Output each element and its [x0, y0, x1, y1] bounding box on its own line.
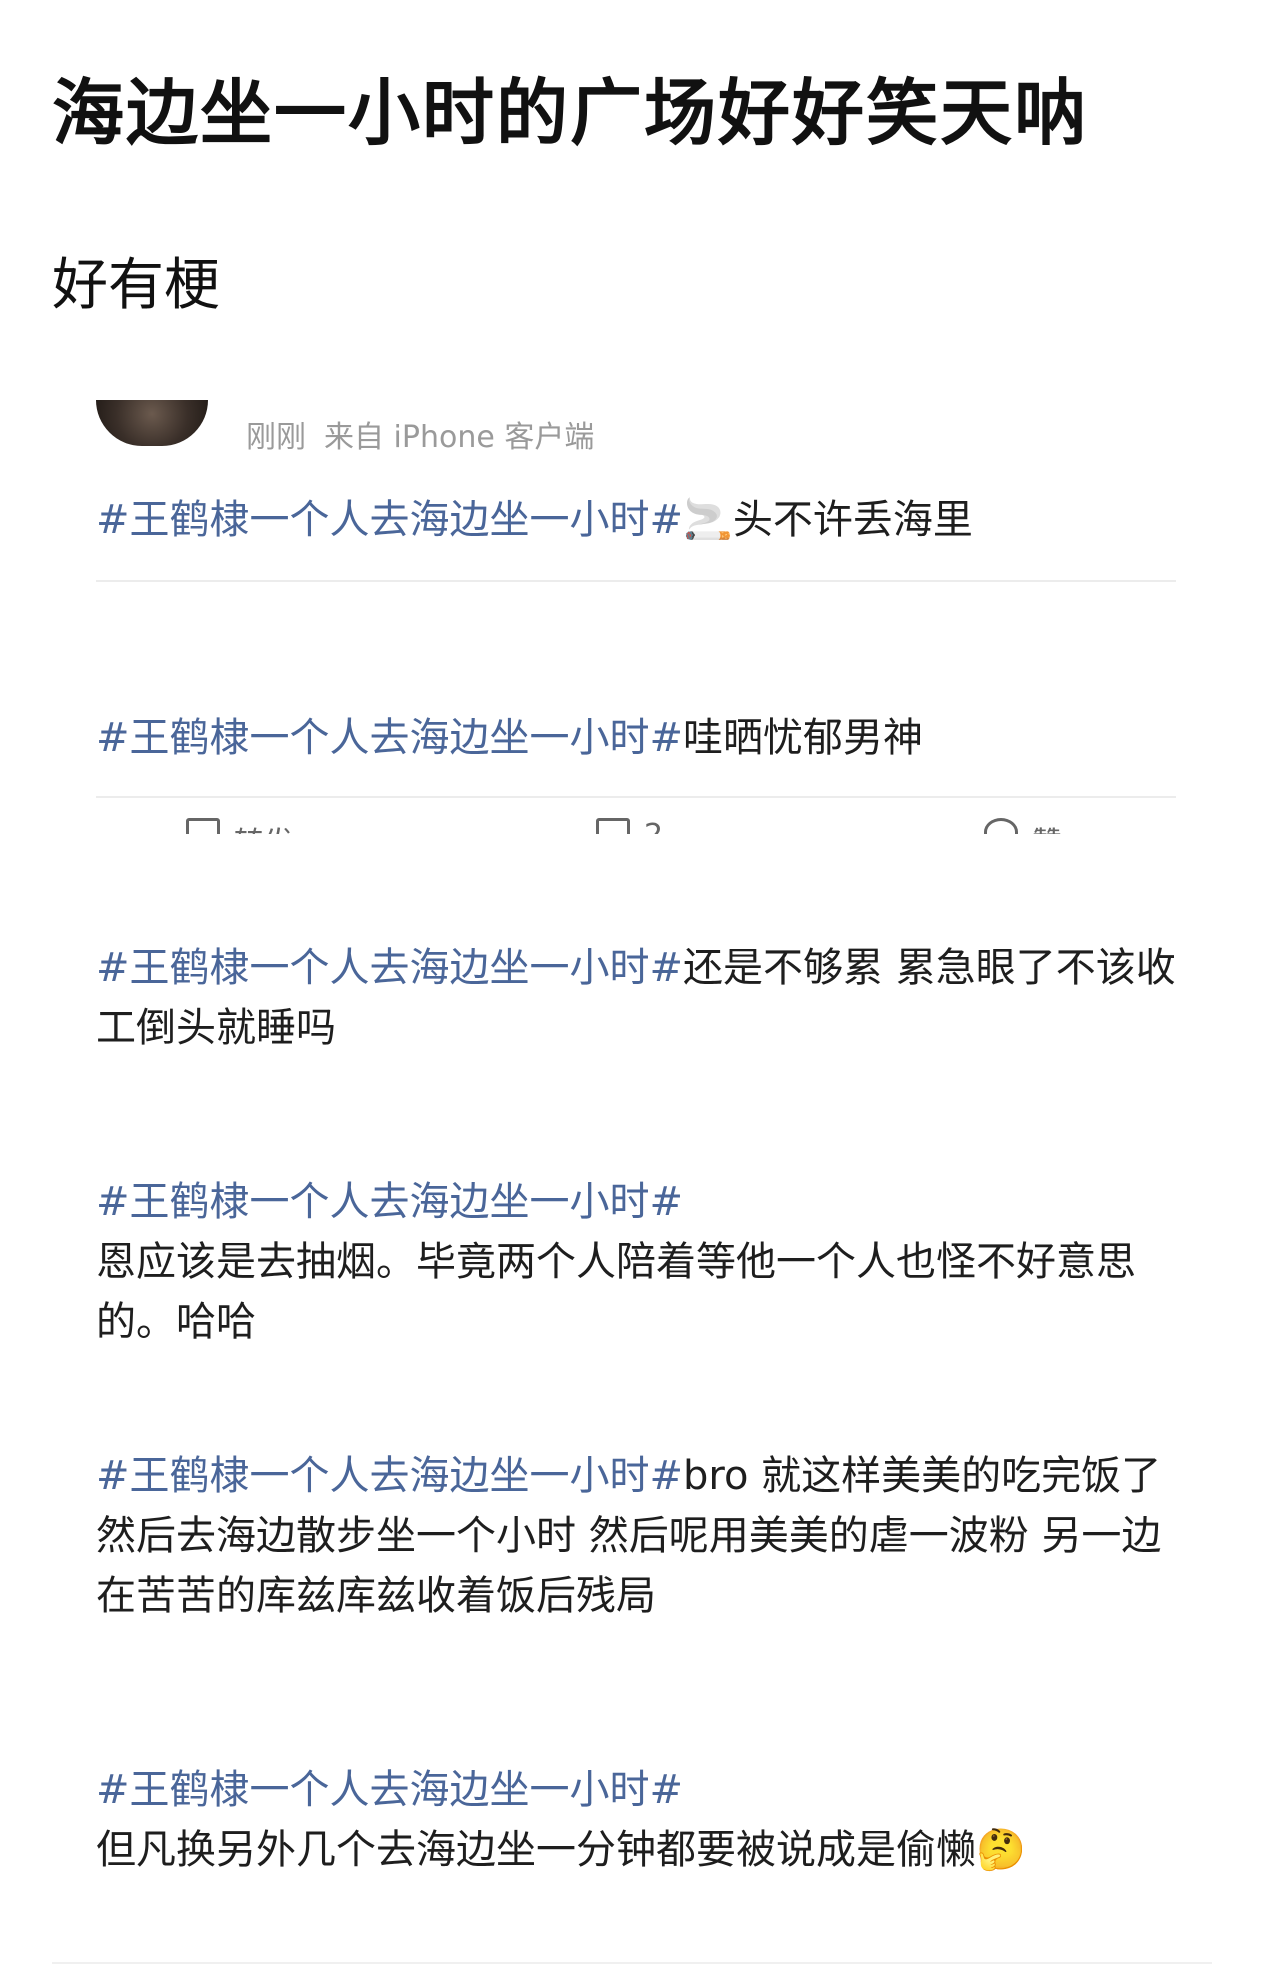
divider: [96, 580, 1176, 582]
hashtag-link[interactable]: #王鹤棣一个人去海边坐一小时#: [96, 945, 683, 991]
cigarette-icon: 🚬: [683, 497, 733, 543]
post-body: 但凡换另外几个去海边坐一分钟都要被说成是偷懒: [96, 1827, 976, 1873]
post-3: #王鹤棣一个人去海边坐一小时#还是不够累 累急眼了不该收工倒头就睡吗: [96, 938, 1176, 1058]
post-1: #王鹤棣一个人去海边坐一小时#🚬头不许丢海里: [96, 490, 1176, 550]
post-5: #王鹤棣一个人去海边坐一小时#bro 就这样美美的吃完饭了然后去海边散步坐一个小…: [96, 1446, 1176, 1626]
repost-label: 转发: [234, 826, 294, 834]
post-body: 恩应该是去抽烟。毕竟两个人陪着等他一个人也怪不好意思的。哈哈: [96, 1239, 1136, 1345]
thinking-face-icon: 🤔: [976, 1827, 1026, 1873]
repost-icon: [186, 818, 220, 834]
divider: [52, 1962, 1212, 1964]
like-label: 赞: [1032, 826, 1062, 834]
page-subtitle: 好有梗: [52, 253, 220, 318]
post-6: #王鹤棣一个人去海边坐一小时# 但凡换另外几个去海边坐一分钟都要被说成是偷懒🤔: [96, 1760, 1176, 1880]
action-bar: 转发 2 赞: [96, 818, 1176, 834]
divider: [96, 796, 1176, 798]
hashtag-link[interactable]: #王鹤棣一个人去海边坐一小时#: [96, 1760, 1176, 1820]
like-icon: [984, 818, 1018, 834]
comment-icon: [596, 818, 630, 834]
like-button[interactable]: 赞: [984, 818, 1062, 834]
comment-button[interactable]: 2: [596, 818, 663, 834]
post-2: #王鹤棣一个人去海边坐一小时#哇晒忧郁男神: [96, 708, 1176, 768]
post-header: 刚刚 来自 iPhone 客户端: [96, 400, 1196, 460]
page-title: 海边坐一小时的广场好好笑天呐: [52, 71, 1089, 155]
hashtag-link[interactable]: #王鹤棣一个人去海边坐一小时#: [96, 1172, 1176, 1232]
repost-button[interactable]: 转发: [186, 818, 294, 834]
hashtag-link[interactable]: #王鹤棣一个人去海边坐一小时#: [96, 1453, 683, 1499]
comment-count: 2: [644, 818, 663, 834]
post-body: 头不许丢海里: [732, 497, 973, 543]
avatar[interactable]: [96, 400, 208, 446]
post-4: #王鹤棣一个人去海边坐一小时# 恩应该是去抽烟。毕竟两个人陪着等他一个人也怪不好意…: [96, 1172, 1176, 1352]
post-time: 刚刚: [246, 420, 306, 455]
post-body: 哇晒忧郁男神: [683, 715, 924, 761]
post-meta: 刚刚 来自 iPhone 客户端: [246, 412, 594, 456]
hashtag-link[interactable]: #王鹤棣一个人去海边坐一小时#: [96, 497, 683, 543]
post-source: 来自 iPhone 客户端: [324, 420, 595, 455]
hashtag-link[interactable]: #王鹤棣一个人去海边坐一小时#: [96, 715, 683, 761]
